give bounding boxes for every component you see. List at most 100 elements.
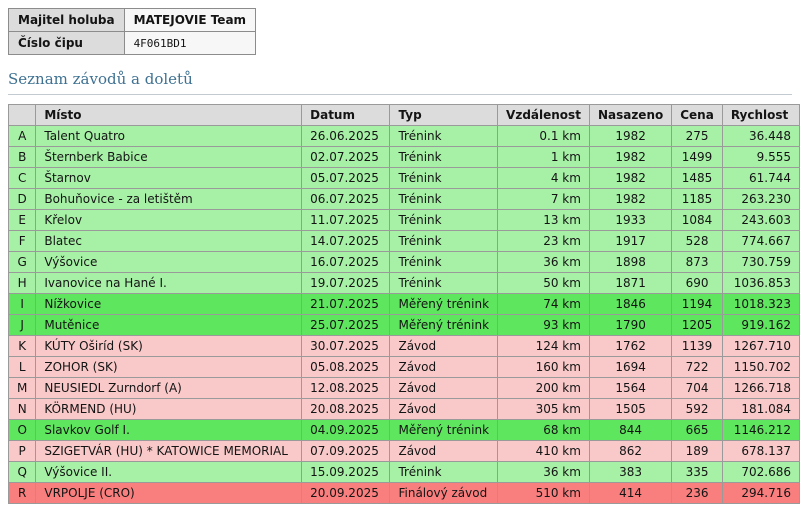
row-letter: L xyxy=(9,357,36,378)
cell-datum: 04.09.2025 xyxy=(302,420,390,441)
cell-nasazeno: 844 xyxy=(589,420,671,441)
cell-cena: 236 xyxy=(672,483,723,504)
cell-vzdalenost: 510 km xyxy=(498,483,590,504)
row-letter: M xyxy=(9,378,36,399)
table-row: INížkovice21.07.2025Měřený trénink74 km1… xyxy=(9,294,800,315)
cell-typ: Závod xyxy=(390,399,498,420)
table-row: ATalent Quatro26.06.2025Trénink0.1 km198… xyxy=(9,126,800,147)
cell-misto: Mutěnice xyxy=(36,315,302,336)
table-row: OSlavkov Golf I.04.09.2025Měřený trénink… xyxy=(9,420,800,441)
cell-nasazeno: 1871 xyxy=(589,273,671,294)
cell-vzdalenost: 13 km xyxy=(498,210,590,231)
cell-rychlost: 774.667 xyxy=(722,231,799,252)
cell-typ: Závod xyxy=(390,378,498,399)
cell-vzdalenost: 200 km xyxy=(498,378,590,399)
cell-nasazeno: 1762 xyxy=(589,336,671,357)
cell-misto: Šternberk Babice xyxy=(36,147,302,168)
cell-misto: NEUSIEDL Zurndorf (A) xyxy=(36,378,302,399)
cell-cena: 722 xyxy=(672,357,723,378)
cell-typ: Finálový závod xyxy=(390,483,498,504)
cell-nasazeno: 1846 xyxy=(589,294,671,315)
cell-cena: 189 xyxy=(672,441,723,462)
cell-nasazeno: 414 xyxy=(589,483,671,504)
cell-misto: Slavkov Golf I. xyxy=(36,420,302,441)
cell-rychlost: 730.759 xyxy=(722,252,799,273)
cell-nasazeno: 1898 xyxy=(589,252,671,273)
cell-typ: Závod xyxy=(390,357,498,378)
cell-misto: VRPOLJE (CRO) xyxy=(36,483,302,504)
cell-datum: 15.09.2025 xyxy=(302,462,390,483)
cell-misto: Blatec xyxy=(36,231,302,252)
row-letter: F xyxy=(9,231,36,252)
row-letter: H xyxy=(9,273,36,294)
cell-cena: 1185 xyxy=(672,189,723,210)
cell-datum: 02.07.2025 xyxy=(302,147,390,168)
race-results-table: Místo Datum Typ Vzdálenost Nasazeno Cena… xyxy=(8,104,800,504)
chip-value: 4F061BD1 xyxy=(124,32,255,55)
row-letter: Q xyxy=(9,462,36,483)
row-letter: N xyxy=(9,399,36,420)
table-row: JMutěnice25.07.2025Měřený trénink93 km17… xyxy=(9,315,800,336)
cell-datum: 21.07.2025 xyxy=(302,294,390,315)
cell-vzdalenost: 74 km xyxy=(498,294,590,315)
row-letter: K xyxy=(9,336,36,357)
chip-label: Číslo čipu xyxy=(9,32,125,55)
cell-rychlost: 9.555 xyxy=(722,147,799,168)
header-letter xyxy=(9,105,36,126)
cell-datum: 11.07.2025 xyxy=(302,210,390,231)
cell-cena: 528 xyxy=(672,231,723,252)
cell-nasazeno: 1982 xyxy=(589,126,671,147)
table-row: HIvanovice na Hané I.19.07.2025Trénink50… xyxy=(9,273,800,294)
cell-typ: Trénink xyxy=(390,273,498,294)
header-typ: Typ xyxy=(390,105,498,126)
cell-typ: Závod xyxy=(390,336,498,357)
cell-vzdalenost: 23 km xyxy=(498,231,590,252)
row-letter: E xyxy=(9,210,36,231)
cell-rychlost: 36.448 xyxy=(722,126,799,147)
cell-rychlost: 243.603 xyxy=(722,210,799,231)
owner-info-table: Majitel holuba MATEJOVIE Team Číslo čipu… xyxy=(8,8,256,55)
header-rychlost: Rychlost xyxy=(722,105,799,126)
cell-datum: 16.07.2025 xyxy=(302,252,390,273)
table-row: BŠternberk Babice02.07.2025Trénink1 km19… xyxy=(9,147,800,168)
cell-vzdalenost: 124 km xyxy=(498,336,590,357)
cell-rychlost: 1267.710 xyxy=(722,336,799,357)
cell-misto: SZIGETVÁR (HU) * KATOWICE MEMORIAL xyxy=(36,441,302,462)
cell-typ: Trénink xyxy=(390,126,498,147)
cell-typ: Trénink xyxy=(390,189,498,210)
cell-rychlost: 263.230 xyxy=(722,189,799,210)
cell-cena: 1485 xyxy=(672,168,723,189)
cell-cena: 1084 xyxy=(672,210,723,231)
row-letter: B xyxy=(9,147,36,168)
cell-vzdalenost: 0.1 km xyxy=(498,126,590,147)
cell-cena: 873 xyxy=(672,252,723,273)
cell-vzdalenost: 36 km xyxy=(498,252,590,273)
row-letter: P xyxy=(9,441,36,462)
table-row: DBohuňovice - za letištěm06.07.2025Tréni… xyxy=(9,189,800,210)
page-title: Seznam závodů a doletů xyxy=(8,70,792,95)
cell-rychlost: 702.686 xyxy=(722,462,799,483)
cell-datum: 19.07.2025 xyxy=(302,273,390,294)
table-row: NKÖRMEND (HU)20.08.2025Závod305 km150559… xyxy=(9,399,800,420)
cell-nasazeno: 383 xyxy=(589,462,671,483)
cell-cena: 704 xyxy=(672,378,723,399)
table-row: GVýšovice16.07.2025Trénink36 km189887373… xyxy=(9,252,800,273)
cell-datum: 07.09.2025 xyxy=(302,441,390,462)
cell-misto: Bohuňovice - za letištěm xyxy=(36,189,302,210)
row-letter: D xyxy=(9,189,36,210)
row-letter: R xyxy=(9,483,36,504)
cell-cena: 592 xyxy=(672,399,723,420)
cell-nasazeno: 1933 xyxy=(589,210,671,231)
owner-value: MATEJOVIE Team xyxy=(124,9,255,32)
cell-nasazeno: 1694 xyxy=(589,357,671,378)
chip-row: Číslo čipu 4F061BD1 xyxy=(9,32,256,55)
row-letter: G xyxy=(9,252,36,273)
cell-misto: Výšovice II. xyxy=(36,462,302,483)
cell-typ: Měřený trénink xyxy=(390,315,498,336)
cell-datum: 26.06.2025 xyxy=(302,126,390,147)
cell-datum: 14.07.2025 xyxy=(302,231,390,252)
cell-rychlost: 1150.702 xyxy=(722,357,799,378)
cell-typ: Měřený trénink xyxy=(390,420,498,441)
cell-misto: Výšovice xyxy=(36,252,302,273)
row-letter: O xyxy=(9,420,36,441)
